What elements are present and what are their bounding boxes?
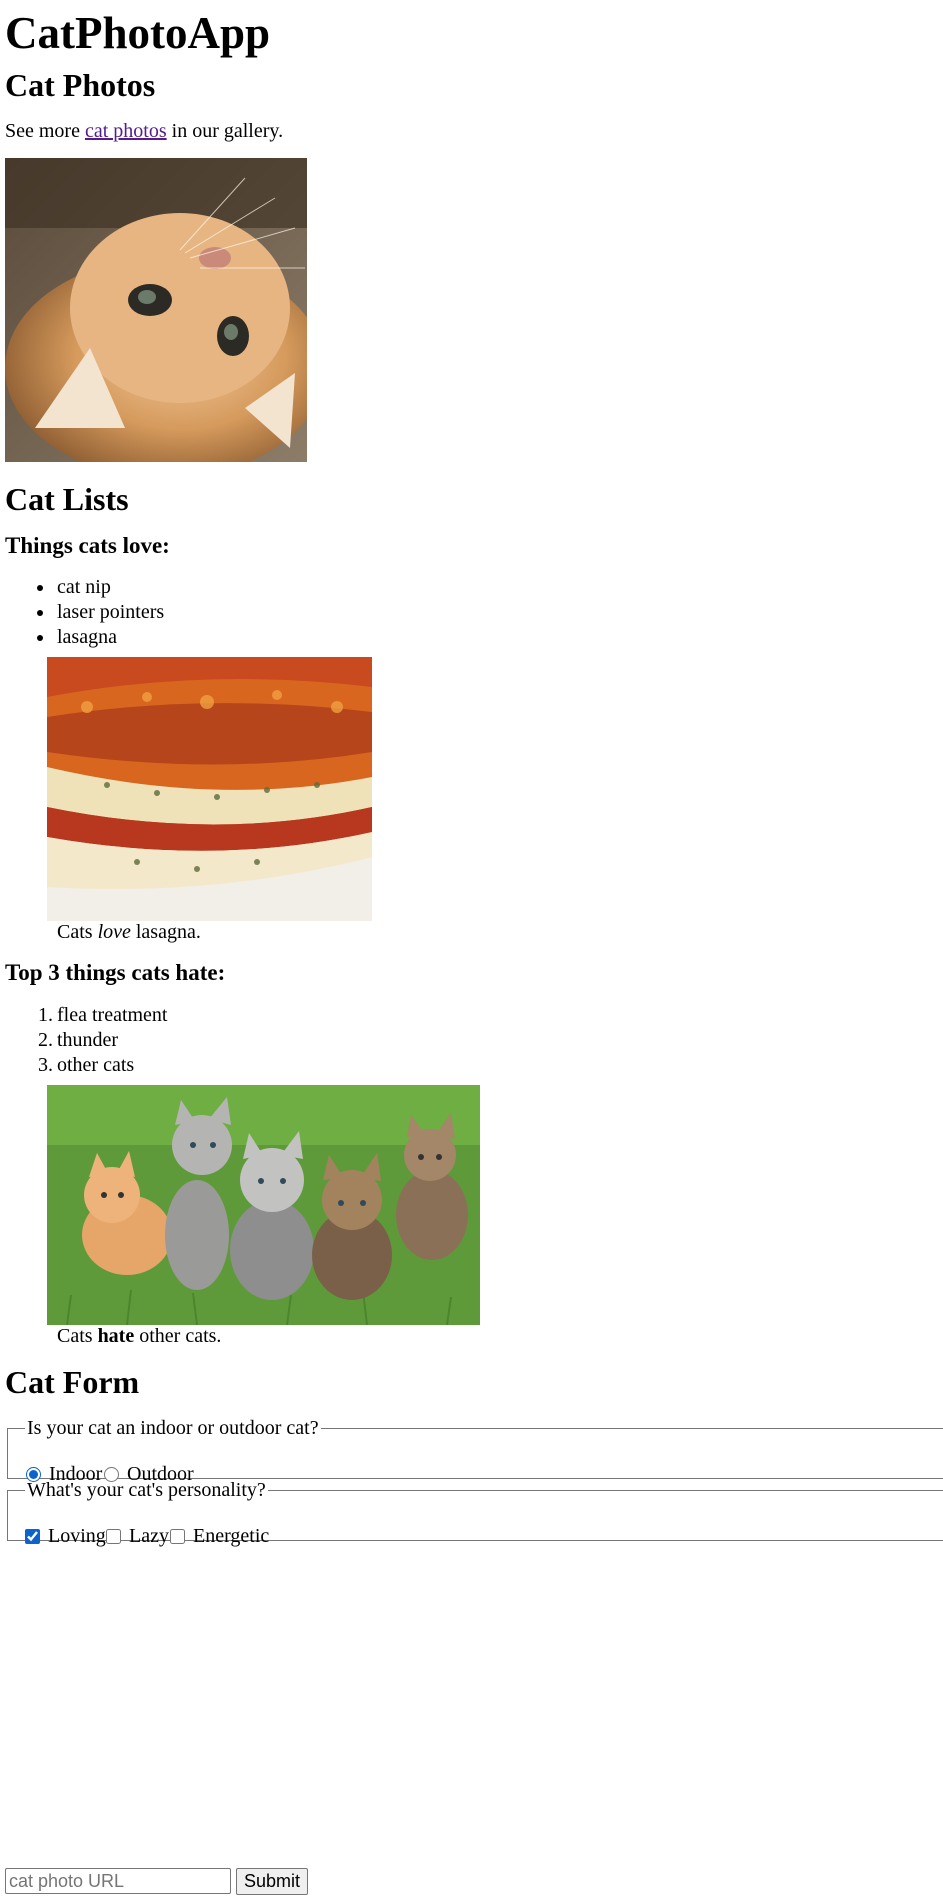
list-item-text: laser pointers (57, 601, 165, 623)
caption-emphasis: love (97, 921, 131, 943)
lists-heading: Cat Lists (5, 481, 129, 517)
energetic-label: Energetic (193, 1525, 270, 1547)
list-number: 3. (38, 1054, 53, 1076)
lasagna-illustration (47, 657, 372, 921)
list-number: 2. (38, 1029, 53, 1051)
loving-checkbox[interactable] (25, 1528, 40, 1544)
list-item: laser pointers (0, 600, 164, 625)
list-item-text: flea treatment (57, 1004, 168, 1026)
energetic-checkbox[interactable] (170, 1528, 185, 1544)
relaxing-cat-image[interactable] (5, 158, 307, 462)
caption-prefix: Cats (57, 921, 98, 943)
submit-button[interactable]: Submit (236, 1868, 309, 1895)
location-legend: Is your cat an indoor or outdoor cat? (27, 1417, 319, 1439)
hate-caption: Cats hate other cats. (57, 1324, 221, 1348)
love-heading: Things cats love: (5, 533, 170, 558)
caption-emphasis: hate (97, 1325, 135, 1347)
love-caption: Cats love lasagna. (57, 920, 201, 944)
love-list: cat nip laser pointers lasagna (0, 575, 164, 650)
cat-photo-url-input[interactable] (5, 1868, 231, 1894)
bullet-marker (37, 635, 43, 641)
personality-fieldset: What's your cat's personality? Loving La… (7, 1479, 943, 1547)
list-item: 1. flea treatment (0, 1003, 168, 1028)
cat-photos-link[interactable]: cat photos (85, 120, 167, 142)
intro-prefix: See more (5, 120, 85, 142)
caption-suffix: lasagna. (130, 921, 201, 943)
page: CatPhotoApp Cat Photos See more cat phot… (0, 0, 943, 1902)
list-item: cat nip (0, 575, 164, 600)
list-item-text: thunder (57, 1029, 119, 1051)
list-item-text: lasagna (57, 626, 117, 648)
bullet-marker (37, 585, 43, 591)
relaxing-cat-illustration (5, 158, 307, 462)
location-fieldset: Is your cat an indoor or outdoor cat? In… (7, 1417, 943, 1485)
list-item-text: other cats (57, 1054, 135, 1076)
list-number: 1. (38, 1004, 53, 1026)
intro-suffix: in our gallery. (166, 120, 284, 142)
lasagna-image (47, 657, 372, 921)
lazy-checkbox[interactable] (106, 1528, 121, 1544)
caption-prefix: Cats (57, 1325, 98, 1347)
list-item: 2. thunder (0, 1028, 168, 1053)
hate-list: 1. flea treatment 2. thunder 3. other cats (0, 1003, 168, 1078)
lazy-option[interactable]: Lazy (106, 1523, 169, 1549)
bullet-marker (37, 610, 43, 616)
app-title: CatPhotoApp (5, 8, 271, 58)
list-item: 3. other cats (0, 1053, 168, 1078)
loving-option[interactable]: Loving (25, 1523, 106, 1549)
kittens-image (47, 1085, 480, 1325)
caption-suffix: other cats. (134, 1325, 222, 1347)
list-item: lasagna (0, 625, 164, 650)
photos-heading: Cat Photos (5, 67, 156, 103)
hate-heading: Top 3 things cats hate: (5, 960, 226, 985)
loving-label: Loving (48, 1525, 106, 1547)
list-item-text: cat nip (57, 576, 111, 598)
energetic-option[interactable]: Energetic (170, 1523, 269, 1549)
photos-intro: See more cat photos in our gallery. (5, 119, 283, 143)
lazy-label: Lazy (129, 1525, 169, 1547)
kittens-illustration (47, 1085, 480, 1325)
personality-legend: What's your cat's personality? (27, 1479, 266, 1501)
form-heading: Cat Form (5, 1364, 140, 1400)
